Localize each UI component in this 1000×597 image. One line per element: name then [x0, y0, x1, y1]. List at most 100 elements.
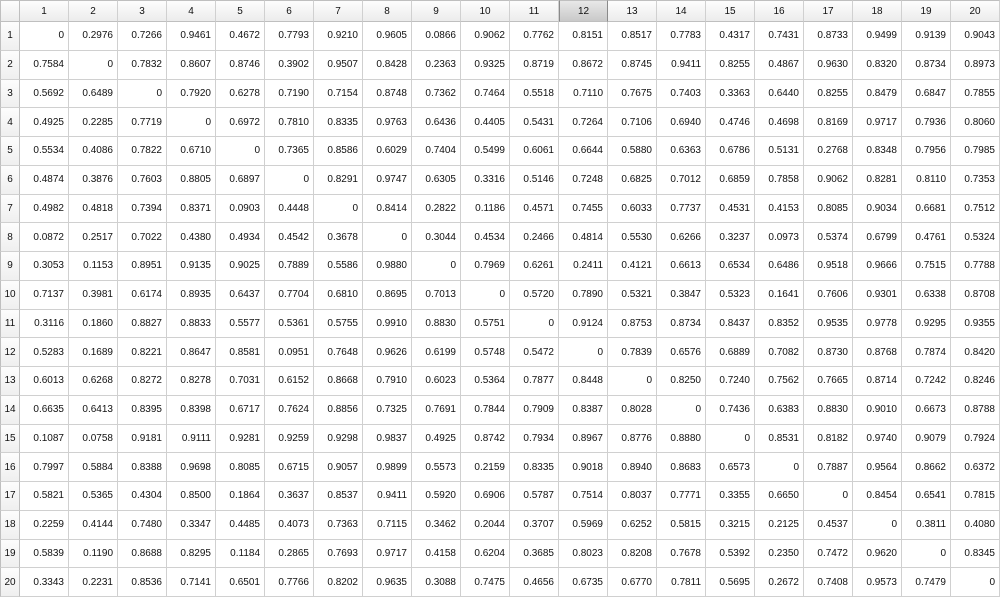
row-header-3[interactable]: 3 [0, 80, 20, 109]
cell-r7-c10[interactable]: 0.1186 [461, 195, 510, 224]
cell-r4-c7[interactable]: 0.8335 [314, 108, 363, 137]
cell-r14-c4[interactable]: 0.8398 [167, 396, 216, 425]
cell-r6-c15[interactable]: 0.6859 [706, 166, 755, 195]
cell-r14-c6[interactable]: 0.7624 [265, 396, 314, 425]
cell-r11-c16[interactable]: 0.8352 [755, 310, 804, 339]
cell-r11-c6[interactable]: 0.5361 [265, 310, 314, 339]
cell-r17-c10[interactable]: 0.6906 [461, 482, 510, 511]
cell-r10-c1[interactable]: 0.7137 [20, 281, 69, 310]
cell-r20-c9[interactable]: 0.3088 [412, 568, 461, 597]
cell-r15-c4[interactable]: 0.9111 [167, 425, 216, 454]
cell-r18-c14[interactable]: 0.5815 [657, 511, 706, 540]
cell-r8-c18[interactable]: 0.6799 [853, 223, 902, 252]
cell-r10-c3[interactable]: 0.6174 [118, 281, 167, 310]
cell-r15-c19[interactable]: 0.9079 [902, 425, 951, 454]
cell-r2-c1[interactable]: 0.7584 [20, 51, 69, 80]
cell-r14-c15[interactable]: 0.7436 [706, 396, 755, 425]
cell-r16-c3[interactable]: 0.8388 [118, 453, 167, 482]
cell-r9-c6[interactable]: 0.7889 [265, 252, 314, 281]
cell-r11-c7[interactable]: 0.5755 [314, 310, 363, 339]
cell-r2-c7[interactable]: 0.9507 [314, 51, 363, 80]
cell-r7-c16[interactable]: 0.4153 [755, 195, 804, 224]
cell-r5-c14[interactable]: 0.6363 [657, 137, 706, 166]
cell-r2-c14[interactable]: 0.9411 [657, 51, 706, 80]
cell-r3-c4[interactable]: 0.7920 [167, 80, 216, 109]
row-header-4[interactable]: 4 [0, 108, 20, 137]
cell-r6-c7[interactable]: 0.8291 [314, 166, 363, 195]
cell-r11-c15[interactable]: 0.8437 [706, 310, 755, 339]
cell-r2-c13[interactable]: 0.8745 [608, 51, 657, 80]
cell-r20-c13[interactable]: 0.6770 [608, 568, 657, 597]
cell-r12-c6[interactable]: 0.0951 [265, 338, 314, 367]
cell-r4-c11[interactable]: 0.5431 [510, 108, 559, 137]
cell-r7-c11[interactable]: 0.4571 [510, 195, 559, 224]
cell-r14-c1[interactable]: 0.6635 [20, 396, 69, 425]
cell-r2-c12[interactable]: 0.8672 [559, 51, 608, 80]
row-header-1[interactable]: 1 [0, 22, 20, 51]
cell-r1-c17[interactable]: 0.8733 [804, 22, 853, 51]
cell-r18-c11[interactable]: 0.3707 [510, 511, 559, 540]
cell-r14-c5[interactable]: 0.6717 [216, 396, 265, 425]
row-header-13[interactable]: 13 [0, 367, 20, 396]
cell-r12-c19[interactable]: 0.7874 [902, 338, 951, 367]
cell-r18-c15[interactable]: 0.3215 [706, 511, 755, 540]
cell-r8-c9[interactable]: 0.3044 [412, 223, 461, 252]
cell-r6-c17[interactable]: 0.9062 [804, 166, 853, 195]
row-header-6[interactable]: 6 [0, 166, 20, 195]
cell-r3-c13[interactable]: 0.7675 [608, 80, 657, 109]
cell-r10-c14[interactable]: 0.3847 [657, 281, 706, 310]
cell-r20-c2[interactable]: 0.2231 [69, 568, 118, 597]
cell-r20-c3[interactable]: 0.8536 [118, 568, 167, 597]
column-header-4[interactable]: 4 [167, 0, 216, 22]
cell-r13-c5[interactable]: 0.7031 [216, 367, 265, 396]
cell-r5-c12[interactable]: 0.6644 [559, 137, 608, 166]
cell-r7-c4[interactable]: 0.8371 [167, 195, 216, 224]
cell-r11-c5[interactable]: 0.5577 [216, 310, 265, 339]
column-header-6[interactable]: 6 [265, 0, 314, 22]
cell-r10-c4[interactable]: 0.8935 [167, 281, 216, 310]
cell-r9-c5[interactable]: 0.9025 [216, 252, 265, 281]
cell-r12-c12[interactable]: 0 [559, 338, 608, 367]
cell-r13-c4[interactable]: 0.8278 [167, 367, 216, 396]
cell-r5-c20[interactable]: 0.7985 [951, 137, 1000, 166]
cell-r20-c18[interactable]: 0.9573 [853, 568, 902, 597]
cell-r15-c3[interactable]: 0.9181 [118, 425, 167, 454]
cell-r10-c19[interactable]: 0.6338 [902, 281, 951, 310]
cell-r2-c20[interactable]: 0.8973 [951, 51, 1000, 80]
cell-r17-c12[interactable]: 0.7514 [559, 482, 608, 511]
cell-r8-c6[interactable]: 0.4542 [265, 223, 314, 252]
row-header-15[interactable]: 15 [0, 425, 20, 454]
cell-r12-c18[interactable]: 0.8768 [853, 338, 902, 367]
cell-r20-c10[interactable]: 0.7475 [461, 568, 510, 597]
cell-r9-c19[interactable]: 0.7515 [902, 252, 951, 281]
cell-r12-c7[interactable]: 0.7648 [314, 338, 363, 367]
cell-r19-c9[interactable]: 0.4158 [412, 540, 461, 569]
cell-r9-c4[interactable]: 0.9135 [167, 252, 216, 281]
cell-r11-c19[interactable]: 0.9295 [902, 310, 951, 339]
cell-r4-c3[interactable]: 0.7719 [118, 108, 167, 137]
cell-r10-c18[interactable]: 0.9301 [853, 281, 902, 310]
cell-r9-c8[interactable]: 0.9880 [363, 252, 412, 281]
column-header-14[interactable]: 14 [657, 0, 706, 22]
cell-r2-c18[interactable]: 0.8320 [853, 51, 902, 80]
cell-r8-c17[interactable]: 0.5374 [804, 223, 853, 252]
cell-r15-c20[interactable]: 0.7924 [951, 425, 1000, 454]
cell-r5-c10[interactable]: 0.5499 [461, 137, 510, 166]
cell-r12-c5[interactable]: 0.8581 [216, 338, 265, 367]
cell-r1-c16[interactable]: 0.7431 [755, 22, 804, 51]
cell-r5-c7[interactable]: 0.8586 [314, 137, 363, 166]
cell-r13-c8[interactable]: 0.7910 [363, 367, 412, 396]
cell-r6-c19[interactable]: 0.8110 [902, 166, 951, 195]
cell-r16-c6[interactable]: 0.6715 [265, 453, 314, 482]
cell-r8-c8[interactable]: 0 [363, 223, 412, 252]
cell-r10-c12[interactable]: 0.7890 [559, 281, 608, 310]
cell-r17-c20[interactable]: 0.7815 [951, 482, 1000, 511]
cell-r4-c6[interactable]: 0.7810 [265, 108, 314, 137]
cell-r14-c2[interactable]: 0.6413 [69, 396, 118, 425]
column-header-10[interactable]: 10 [461, 0, 510, 22]
cell-r8-c16[interactable]: 0.0973 [755, 223, 804, 252]
cell-r1-c8[interactable]: 0.9605 [363, 22, 412, 51]
row-header-7[interactable]: 7 [0, 195, 20, 224]
cell-r13-c17[interactable]: 0.7665 [804, 367, 853, 396]
cell-r20-c20[interactable]: 0 [951, 568, 1000, 597]
